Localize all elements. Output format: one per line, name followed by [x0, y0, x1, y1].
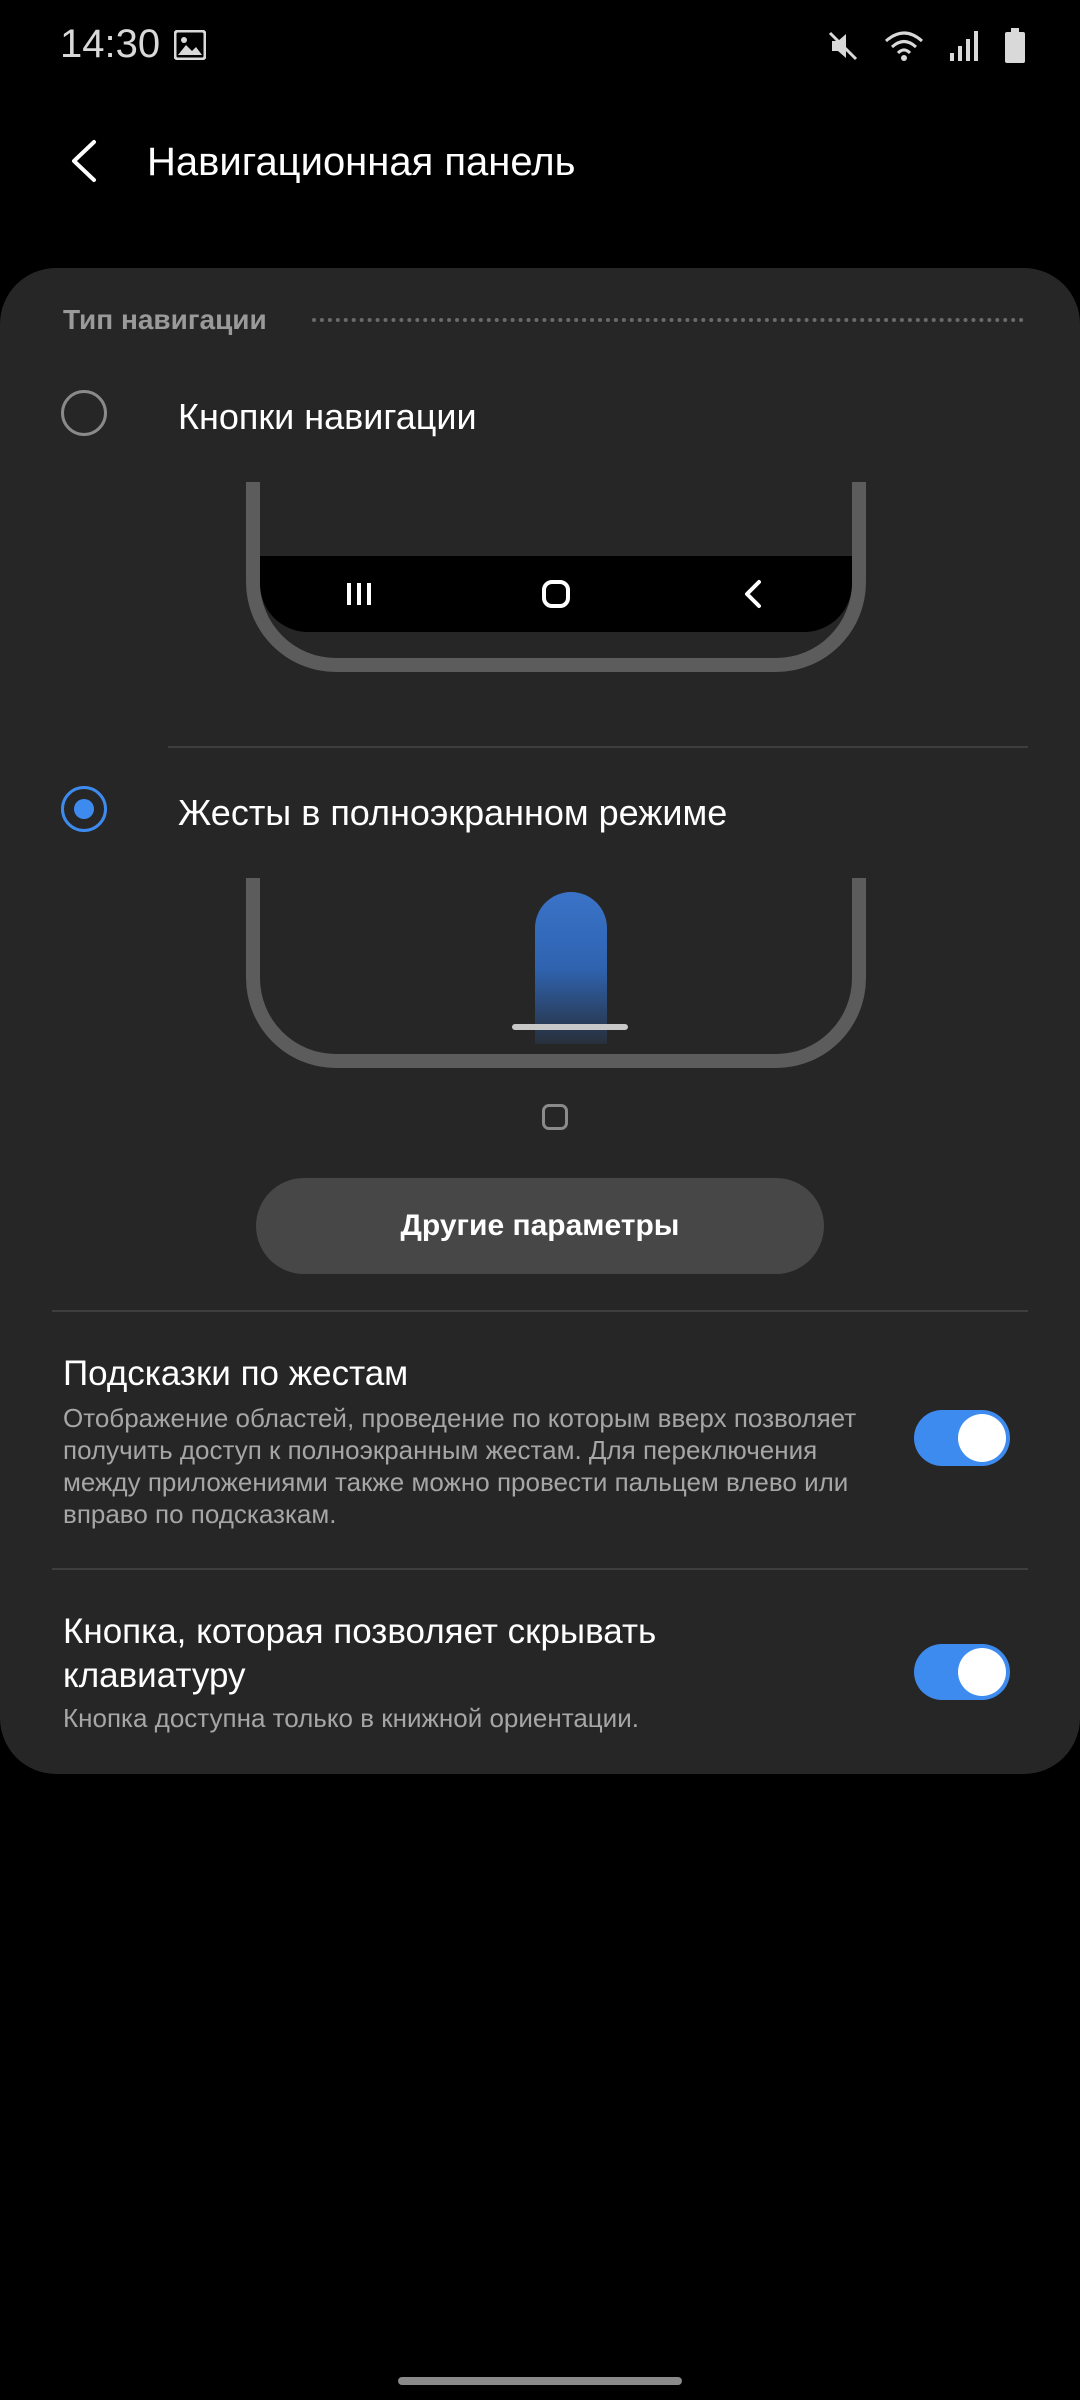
divider [52, 1568, 1028, 1570]
setting-desc-gesture-hints: Отображение областей, проведение по кото… [63, 1403, 857, 1529]
app-bar: Навигационная панель [0, 120, 1080, 210]
divider [52, 1310, 1028, 1312]
settings-card: Тип навигации Кнопки навигации Жесты в п… [0, 268, 1080, 1774]
navigation-buttons-preview [246, 482, 866, 672]
recents-icon [329, 564, 389, 624]
back-icon [723, 564, 783, 624]
radio-fullscreen-gestures[interactable] [61, 786, 107, 832]
back-button[interactable] [50, 130, 116, 196]
wifi-icon [884, 29, 924, 68]
preview-nav-bar [260, 556, 852, 632]
option-label-fullscreen-gestures: Жесты в полноэкранном режиме [178, 792, 728, 833]
arrow-left-icon [66, 138, 100, 189]
home-icon [542, 1104, 568, 1130]
status-bar: 14:30 [0, 0, 1080, 96]
swipe-gesture-icon [535, 892, 607, 1044]
toggle-hide-keyboard-button[interactable] [914, 1644, 1010, 1700]
divider [168, 746, 1028, 748]
setting-title-hide-keyboard-button: Кнопка, которая позволяет скрывать клави… [63, 1612, 657, 1695]
signal-icon [948, 29, 980, 68]
page-title: Навигационная панель [147, 140, 576, 184]
section-header-navigation-type: Тип навигации [63, 304, 267, 335]
battery-icon [1004, 28, 1026, 69]
mute-icon [826, 29, 860, 68]
toggle-gesture-hints[interactable] [914, 1410, 1010, 1466]
gesture-handle [512, 1024, 628, 1030]
option-label-navigation-buttons: Кнопки навигации [178, 396, 477, 437]
more-options-button[interactable]: Другие параметры [256, 1178, 824, 1274]
home-indicator[interactable] [398, 2377, 682, 2385]
setting-desc-hide-keyboard-button: Кнопка доступна только в книжной ориента… [63, 1703, 639, 1733]
section-divider [312, 318, 1024, 322]
toggle-knob [958, 1414, 1006, 1462]
toggle-knob [958, 1648, 1006, 1696]
home-icon [526, 564, 586, 624]
image-icon [173, 29, 207, 65]
status-time: 14:30 [60, 22, 161, 66]
radio-navigation-buttons[interactable] [61, 390, 107, 436]
fullscreen-gestures-preview [246, 878, 866, 1068]
setting-title-gesture-hints: Подсказки по жестам [63, 1354, 409, 1393]
